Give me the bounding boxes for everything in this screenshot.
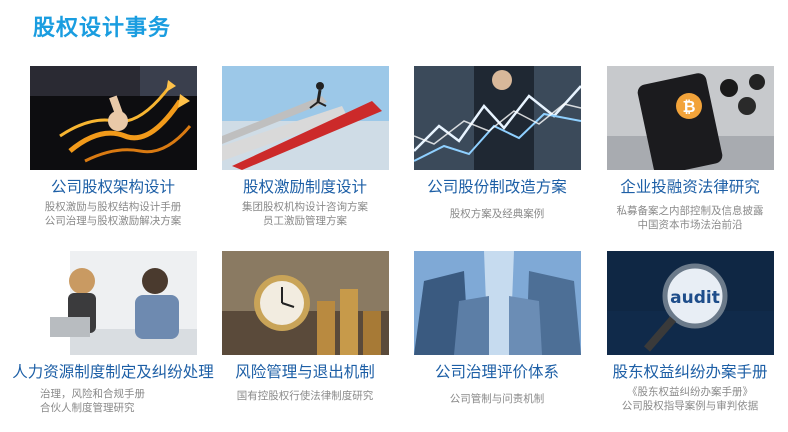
- card-desc-line: 治理，风险和合规手册: [40, 388, 145, 400]
- card-desc-line: 公司股权指导案例与审判依据: [621, 400, 759, 412]
- card-title[interactable]: 公司股权架构设计: [18, 175, 208, 197]
- card-title[interactable]: 股权激励制度设计: [210, 175, 400, 197]
- card-desc-line: 合伙人制度管理研究: [40, 402, 135, 414]
- card-governance[interactable]: 公司治理评价体系 公司管制与问责机制: [402, 251, 592, 406]
- card-desc-line: 股权方案及经典案例: [449, 208, 545, 220]
- card-title[interactable]: 公司治理评价体系: [402, 360, 592, 382]
- audit-magnifier-image: audit: [606, 251, 774, 355]
- card-equity-incentive[interactable]: 股权激励制度设计 集团股权机构设计咨询方案 员工激励管理方案: [210, 66, 400, 228]
- card-desc-line: 集团股权机构设计咨询方案: [242, 201, 368, 213]
- card-title[interactable]: 公司股份制改造方案: [402, 175, 592, 197]
- skyscrapers-image: [413, 251, 581, 355]
- card-desc-line: 股权激励与股权结构设计手册: [44, 201, 182, 213]
- card-equity-structure[interactable]: 公司股权架构设计 股权激励与股权结构设计手册 公司治理与股权激励解决方案: [18, 66, 208, 228]
- card-shareholding-reform[interactable]: 公司股份制改造方案 股权方案及经典案例: [402, 66, 592, 221]
- chart-lines-businessman-image: [413, 66, 581, 170]
- card-desc-line: 员工激励管理方案: [263, 215, 347, 227]
- card-desc-line: 公司管制与问责机制: [449, 393, 545, 405]
- card-desc-line: 私募备案之内部控制及信息披露: [616, 205, 764, 217]
- card-risk-exit[interactable]: 风险管理与退出机制 国有控股权行使法律制度研究: [210, 251, 400, 403]
- card-title[interactable]: 企业投融资法律研究: [595, 175, 785, 197]
- card-desc-line: 国有控股权行使法律制度研究: [236, 390, 374, 402]
- card-desc-line: 《股东权益纠纷办案手册》: [627, 386, 753, 398]
- clock-coins-image: [221, 251, 389, 355]
- card-title[interactable]: 人力资源制度制定及纠纷处理: [4, 360, 222, 382]
- svg-text:₿: ₿: [682, 97, 695, 116]
- card-title[interactable]: 风险管理与退出机制: [210, 360, 400, 382]
- card-desc-line: 中国资本市场法治前沿: [637, 219, 743, 231]
- bitcoin-phone-image: ₿: [606, 66, 774, 170]
- audit-word: audit: [670, 288, 720, 308]
- card-desc-line: 公司治理与股权激励解决方案: [44, 215, 182, 227]
- office-meeting-image: [29, 251, 197, 355]
- card-title[interactable]: 股东权益纠纷办案手册: [595, 360, 785, 382]
- page-title: 股权设计事务: [33, 16, 172, 41]
- card-hr-system[interactable]: 人力资源制度制定及纠纷处理 治理，风险和合规手册 合伙人制度管理研究: [12, 251, 214, 415]
- card-shareholder-rights[interactable]: audit 股东权益纠纷办案手册 《股东权益纠纷办案手册》 公司股权指导案例与审…: [595, 251, 785, 413]
- card-investment-law[interactable]: ₿ 企业投融资法律研究 私募备案之内部控制及信息披露 中国资本市场法治前沿: [595, 66, 785, 232]
- running-man-arrows-image: [221, 66, 389, 170]
- hand-drawing-arrows-image: [29, 66, 197, 170]
